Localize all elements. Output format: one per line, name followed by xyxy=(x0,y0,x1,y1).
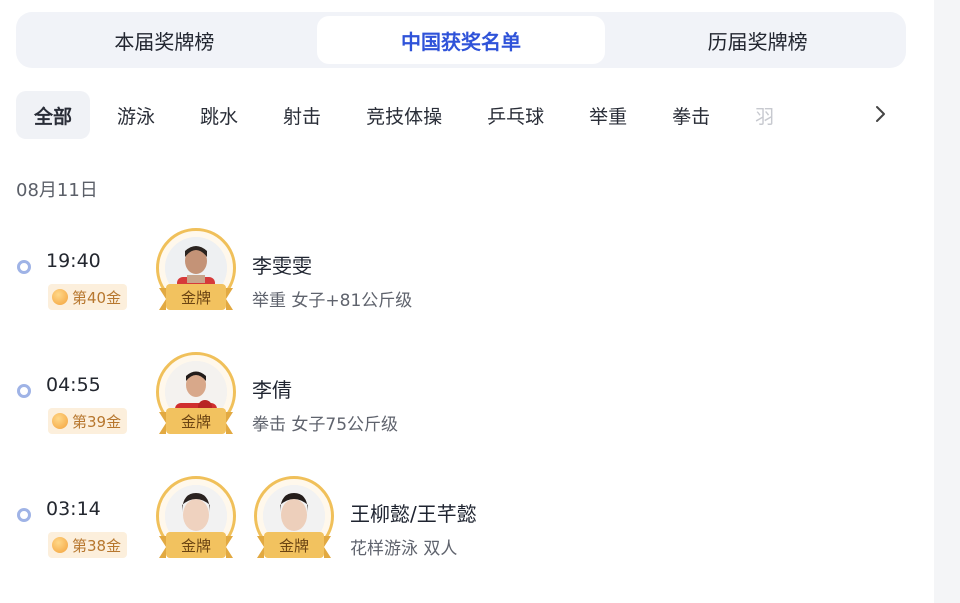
gold-count-label: 第40金 xyxy=(72,288,122,307)
athlete-avatar[interactable]: 金牌 xyxy=(254,476,334,560)
gold-count-badge: 第39金 xyxy=(48,408,128,434)
tab-current-medal-table[interactable]: 本届奖牌榜 xyxy=(20,16,309,64)
medal-row[interactable]: 04:55 第39金 金牌 李倩 拳击 女子75公斤级 xyxy=(0,352,900,474)
gold-count-label: 第39金 xyxy=(72,412,122,431)
athlete-avatar[interactable]: 金牌 xyxy=(156,352,236,436)
tab-china-medalists[interactable]: 中国获奖名单 xyxy=(316,16,606,64)
timeline-dot xyxy=(17,508,31,522)
medal-time: 19:40 xyxy=(46,250,101,272)
date-heading: 08月11日 xyxy=(16,180,98,201)
timeline-dot xyxy=(17,260,31,274)
sport-filter-badminton[interactable]: 羽 xyxy=(737,91,792,139)
sport-filter-boxing[interactable]: 拳击 xyxy=(654,91,728,139)
tab-historical-medal-table[interactable]: 历届奖牌榜 xyxy=(613,16,902,64)
event-name: 花样游泳 双人 xyxy=(350,539,458,559)
gold-count-badge: 第38金 xyxy=(48,532,128,558)
gold-medal-ribbon: 金牌 xyxy=(159,532,233,558)
gold-count-badge: 第40金 xyxy=(48,284,128,310)
gold-coin-icon xyxy=(52,413,68,429)
gold-coin-icon xyxy=(52,289,68,305)
top-tab-bar: 本届奖牌榜 中国获奖名单 历届奖牌榜 xyxy=(16,12,906,68)
athlete-avatar[interactable]: 金牌 xyxy=(156,476,236,560)
sport-filter-diving[interactable]: 跳水 xyxy=(182,91,256,139)
athlete-avatar[interactable]: 金牌 xyxy=(156,228,236,312)
event-name: 举重 女子+81公斤级 xyxy=(252,291,413,311)
athlete-name: 李倩 xyxy=(252,378,292,402)
gold-count-label: 第38金 xyxy=(72,536,122,555)
gold-medal-ribbon: 金牌 xyxy=(257,532,331,558)
athlete-name: 王柳懿/王芊懿 xyxy=(350,502,477,526)
sport-filter-shooting[interactable]: 射击 xyxy=(265,91,339,139)
athlete-name: 李雯雯 xyxy=(252,254,312,278)
scrollbar-track[interactable] xyxy=(934,0,960,603)
medal-time: 03:14 xyxy=(46,498,101,520)
event-name: 拳击 女子75公斤级 xyxy=(252,415,399,435)
timeline-dot xyxy=(17,384,31,398)
sport-filter-weightlifting[interactable]: 举重 xyxy=(571,91,645,139)
medal-time: 04:55 xyxy=(46,374,101,396)
gold-medal-ribbon: 金牌 xyxy=(159,408,233,434)
sport-filter-table-tennis[interactable]: 乒乓球 xyxy=(469,91,562,139)
medal-row[interactable]: 03:14 第38金 金牌 金牌 王柳懿/王芊懿 花样游泳 双人 xyxy=(0,476,900,598)
sport-filter-artistic-gymnastics[interactable]: 竞技体操 xyxy=(348,91,460,139)
sport-filter-all[interactable]: 全部 xyxy=(16,91,91,139)
gold-medal-ribbon: 金牌 xyxy=(159,284,233,310)
medal-row[interactable]: 19:40 第40金 金牌 李雯雯 举重 女子+81公斤级 xyxy=(0,228,900,350)
sport-filter-bar: 全部 游泳 跳水 射击 竞技体操 乒乓球 举重 拳击 羽 xyxy=(16,90,896,140)
gold-coin-icon xyxy=(52,537,68,553)
sport-filter-swimming[interactable]: 游泳 xyxy=(99,91,173,139)
chevron-right-icon[interactable] xyxy=(866,96,894,132)
